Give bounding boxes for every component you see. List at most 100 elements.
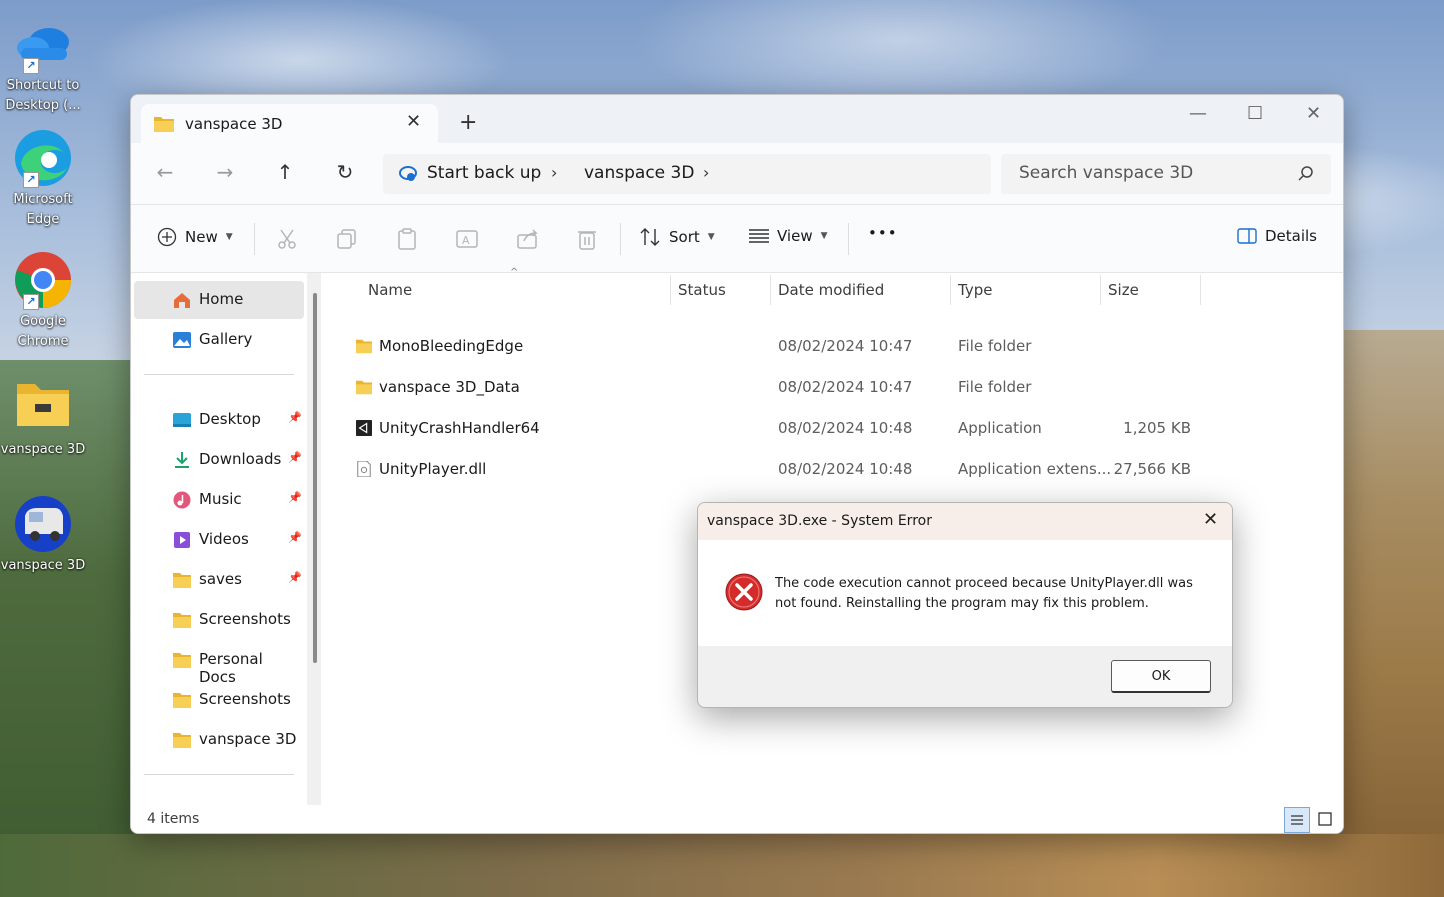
maximize-button[interactable]: ☐	[1247, 103, 1263, 124]
sidebar-item-desktop[interactable]: Desktop 📌	[134, 401, 304, 439]
file-row[interactable]: vanspace 3D_Data 08/02/2024 10:47 File f…	[347, 369, 1207, 407]
column-divider[interactable]	[770, 275, 771, 305]
new-tab-button[interactable]: +	[459, 112, 477, 134]
close-window-button[interactable]: ✕	[1306, 103, 1321, 124]
file-row[interactable]: UnityCrashHandler64 08/02/2024 10:48 App…	[347, 410, 1207, 448]
desktop-icon-label: Shortcut to	[6, 78, 80, 93]
breadcrumb-chevron-icon[interactable]: ›	[703, 163, 709, 182]
file-name: UnityPlayer.dll	[379, 460, 487, 478]
cut-icon[interactable]	[275, 227, 299, 251]
address-bar[interactable]: Start back up › vanspace 3D ›	[383, 154, 991, 194]
dialog-close-button[interactable]: ✕	[1203, 509, 1218, 530]
column-header-size[interactable]: Size	[1108, 281, 1139, 299]
desktop-icon-onedrive-shortcut[interactable]: ↗ Shortcut to Desktop (...	[0, 14, 86, 116]
forward-arrow-icon[interactable]: →	[210, 160, 240, 184]
breadcrumb-start-back-up[interactable]: Start back up	[427, 163, 541, 183]
sidebar-item-personal-docs[interactable]: Personal Docs	[134, 641, 304, 686]
column-divider[interactable]	[670, 275, 671, 305]
folder-icon	[13, 378, 73, 438]
title-bar: vanspace 3D ✕ + — ☐ ✕	[131, 95, 1343, 143]
pin-icon[interactable]: 📌	[288, 571, 302, 584]
sidebar-item-music[interactable]: Music 📌	[134, 481, 304, 519]
sidebar-item-home[interactable]: Home	[134, 281, 304, 319]
column-header-name[interactable]: Name	[368, 281, 412, 299]
navigation-pane: Home Gallery Desktop 📌 Downloads 📌 Music…	[131, 273, 321, 805]
view-list-icon	[749, 229, 769, 243]
details-label: Details	[1265, 227, 1318, 245]
sidebar-item-label: Music	[199, 490, 242, 508]
system-error-dialog: vanspace 3D.exe - System Error ✕ The cod…	[697, 502, 1233, 708]
desktop-icon-vanspace-app[interactable]: vanspace 3D	[0, 494, 86, 576]
music-icon	[173, 491, 191, 509]
search-input[interactable]: Search vanspace 3D	[1019, 163, 1193, 183]
sidebar-item-label: Desktop	[199, 410, 261, 428]
tiles-view-button[interactable]	[1313, 807, 1339, 833]
sidebar-item-vanspace-3d[interactable]: vanspace 3D	[134, 721, 304, 759]
up-arrow-icon[interactable]: ↑	[270, 160, 300, 184]
column-header-type[interactable]: Type	[958, 281, 992, 299]
pin-icon[interactable]: 📌	[288, 531, 302, 544]
breadcrumb-vanspace-3d[interactable]: vanspace 3D	[584, 163, 694, 183]
breadcrumb-chevron-icon[interactable]: ›	[551, 163, 557, 182]
folder-icon	[173, 613, 191, 628]
file-row[interactable]: UnityPlayer.dll 08/02/2024 10:48 Applica…	[347, 451, 1207, 489]
column-header-date-modified[interactable]: Date modified	[778, 281, 884, 299]
desktop-folder-icon	[173, 413, 191, 427]
desktop-icon-label: Google	[20, 314, 66, 329]
refresh-icon[interactable]: ↻	[330, 160, 360, 184]
column-divider[interactable]	[1200, 275, 1201, 305]
cloud-sync-icon	[396, 164, 418, 186]
sidebar-item-saves[interactable]: saves 📌	[134, 561, 304, 599]
pin-icon[interactable]: 📌	[288, 451, 302, 464]
share-icon[interactable]	[515, 227, 539, 251]
back-arrow-icon[interactable]: ←	[150, 160, 180, 184]
desktop-icon-edge[interactable]: ↗ Microsoft Edge	[0, 128, 86, 230]
view-button[interactable]: View ▼	[749, 227, 828, 245]
item-count: 4 items	[147, 811, 200, 827]
plus-circle-icon	[157, 227, 177, 247]
sidebar-divider	[144, 774, 294, 775]
sidebar-divider	[144, 374, 294, 375]
delete-icon[interactable]	[575, 227, 599, 251]
dialog-message: The code execution cannot proceed becaus…	[775, 576, 1193, 611]
minimize-button[interactable]: —	[1189, 103, 1207, 124]
rename-icon[interactable]: A	[455, 227, 479, 251]
column-divider[interactable]	[1100, 275, 1101, 305]
new-button[interactable]: New ▼	[157, 227, 233, 247]
sidebar-item-downloads[interactable]: Downloads 📌	[134, 441, 304, 479]
sidebar-item-label: Home	[199, 290, 244, 308]
search-box[interactable]: Search vanspace 3D	[1001, 154, 1331, 194]
file-row[interactable]: MonoBleedingEdge 08/02/2024 10:47 File f…	[347, 328, 1207, 366]
sidebar-item-gallery[interactable]: Gallery	[134, 321, 304, 359]
edge-icon: ↗	[13, 128, 73, 188]
folder-icon	[356, 339, 372, 354]
sidebar-item-screenshots[interactable]: Screenshots	[134, 601, 304, 639]
sidebar-item-screenshots-2[interactable]: Screenshots	[134, 681, 304, 719]
divider	[254, 223, 255, 255]
sidebar-scrollbar[interactable]	[313, 293, 317, 663]
tab-vanspace-3d[interactable]: vanspace 3D ✕	[141, 104, 438, 143]
file-type: Application	[958, 419, 1042, 437]
sort-button[interactable]: Sort ▼	[639, 227, 715, 247]
details-pane-button[interactable]: Details	[1237, 227, 1317, 245]
ok-button[interactable]: OK	[1111, 660, 1211, 693]
more-options-icon: •••	[868, 224, 898, 242]
details-view-button[interactable]	[1284, 807, 1310, 833]
column-header-status[interactable]: Status	[678, 281, 726, 299]
error-icon	[725, 573, 763, 615]
file-date: 08/02/2024 10:48	[778, 419, 913, 437]
sidebar-item-videos[interactable]: Videos 📌	[134, 521, 304, 559]
column-divider[interactable]	[950, 275, 951, 305]
command-bar: New ▼ A Sort ▼ View ▼ ••• Details	[131, 205, 1343, 273]
copy-icon[interactable]	[335, 227, 359, 251]
more-options-button[interactable]: •••	[868, 224, 898, 242]
pin-icon[interactable]: 📌	[288, 491, 302, 504]
desktop-icon-vanspace-folder[interactable]: vanspace 3D	[0, 378, 86, 460]
close-tab-icon[interactable]: ✕	[406, 111, 421, 132]
desktop-icon-chrome[interactable]: ↗ Google Chrome	[0, 250, 86, 352]
home-icon	[174, 293, 190, 308]
paste-icon[interactable]	[395, 227, 419, 251]
pin-icon[interactable]: 📌	[288, 411, 302, 424]
details-view-icon	[1291, 815, 1303, 825]
svg-text:A: A	[462, 234, 470, 247]
